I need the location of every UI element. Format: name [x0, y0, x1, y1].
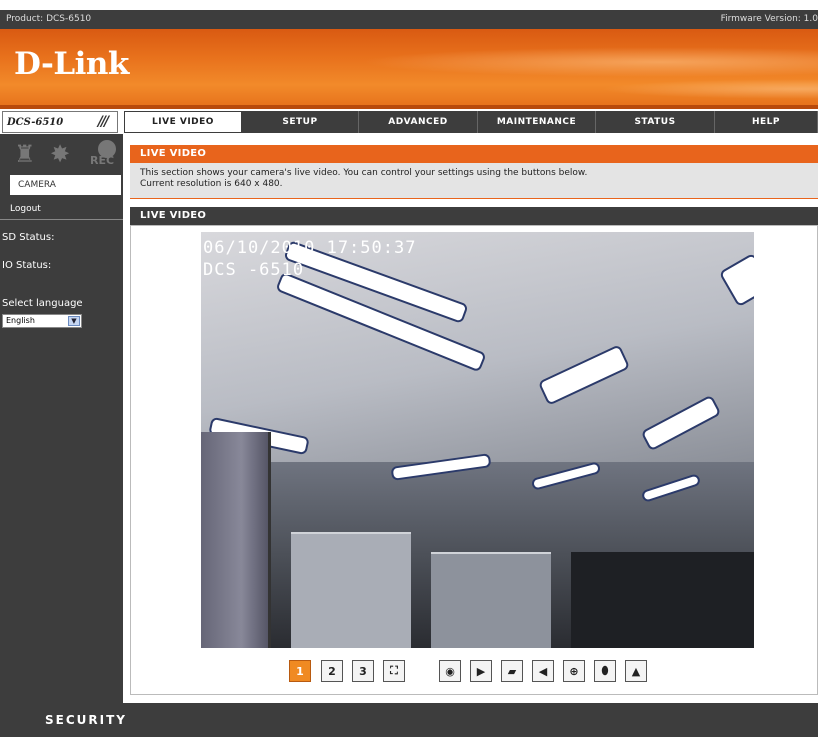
profile-2-button[interactable]: 2 [321, 660, 343, 682]
info-text: This section shows your camera's live vi… [140, 168, 588, 178]
io-status-label: IO Status: [2, 260, 52, 271]
zoom-button[interactable]: ⊕ [563, 660, 585, 682]
product-label: Product: DCS-6510 [6, 14, 92, 24]
resolution-text: Current resolution is 640 x 480. [140, 179, 283, 189]
profile-3-button[interactable]: 3 [352, 660, 374, 682]
osd-camera-name: DCS -6510 [203, 260, 305, 280]
nav-row: DCS-6510 /// LIVE VIDEO SETUP ADVANCED M… [0, 111, 818, 133]
office-desk [571, 552, 754, 648]
language-select[interactable]: English ▼ [2, 314, 82, 328]
folder-button[interactable]: ▰ [501, 660, 523, 682]
tab-live-video[interactable]: LIVE VIDEO [124, 111, 242, 133]
live-video-feed[interactable]: 06/10/2010 17:50:37 DCS -6510 [201, 232, 754, 648]
model-name: DCS-6510 [7, 117, 64, 128]
firmware-label: Firmware Version: 1.0 [720, 14, 818, 24]
dlink-logo: D-Link [14, 46, 129, 82]
banner-swoosh [600, 79, 818, 99]
top-info-bar: Product: DCS-6510 Firmware Version: 1.0 [0, 10, 818, 29]
snapshot-button[interactable]: ◉ [439, 660, 461, 682]
tab-advanced[interactable]: ADVANCED [359, 111, 478, 133]
alarm-button[interactable]: ▲ [625, 660, 647, 682]
tab-help[interactable]: HELP [715, 111, 818, 133]
rec-label: REC [90, 154, 115, 167]
sidebar: ♜ ✸ REC CAMERA Logout SD Status: IO Stat… [0, 134, 123, 703]
sd-status-label: SD Status: [2, 232, 55, 243]
banner-strip [0, 105, 818, 109]
security-label: SECURITY [45, 713, 127, 727]
office-cubicle [291, 532, 411, 648]
video-section-title: LIVE VIDEO [130, 207, 818, 225]
tab-maintenance[interactable]: MAINTENANCE [478, 111, 596, 133]
camera-button[interactable]: CAMERA [10, 175, 121, 195]
profile-1-button[interactable]: 1 [289, 660, 311, 682]
alarm-status-icon: ♜ [14, 140, 36, 168]
section-title: LIVE VIDEO [130, 145, 818, 163]
slashes-icon: /// [97, 114, 109, 130]
chevron-down-icon: ▼ [68, 316, 80, 326]
record-button[interactable]: ▶ [470, 660, 492, 682]
glass-partition [201, 432, 271, 648]
fullscreen-button[interactable]: ⛶ [383, 660, 405, 682]
tab-status[interactable]: STATUS [596, 111, 715, 133]
microphone-button[interactable]: ⬮ [594, 660, 616, 682]
tab-setup[interactable]: SETUP [242, 111, 359, 133]
office-cubicle [431, 552, 551, 648]
sidebar-divider [0, 219, 123, 220]
footer: SECURITY [0, 703, 818, 737]
logout-link[interactable]: Logout [10, 204, 41, 214]
language-value: English [6, 316, 35, 325]
main-tabs: LIVE VIDEO SETUP ADVANCED MAINTENANCE ST… [124, 111, 818, 133]
model-badge: DCS-6510 /// [2, 111, 118, 133]
osd-datetime: 06/10/2010 17:50:37 [203, 238, 417, 258]
speaker-button[interactable]: ◀ [532, 660, 554, 682]
info-panel: This section shows your camera's live vi… [130, 163, 818, 199]
motion-status-icon: ✸ [50, 140, 71, 168]
banner-swoosh [360, 47, 818, 77]
status-icon-row: ♜ ✸ REC [14, 140, 120, 168]
select-language-label: Select language [2, 298, 83, 309]
header-banner: D-Link [0, 29, 818, 109]
rec-status-icon: REC [90, 140, 118, 168]
